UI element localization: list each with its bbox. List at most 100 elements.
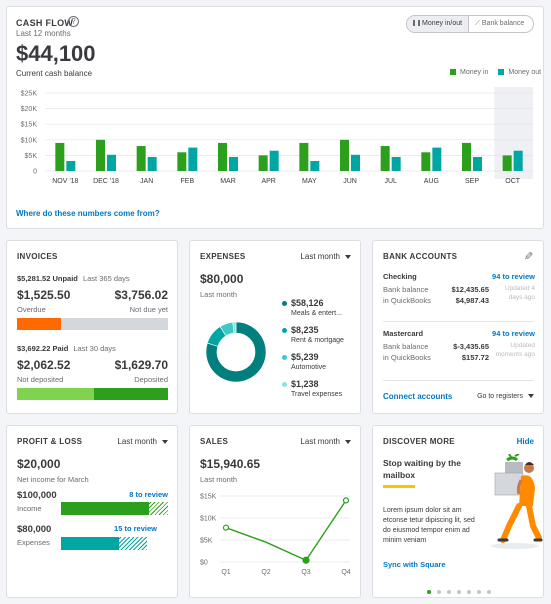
- money-in-bar[interactable]: [340, 139, 349, 171]
- profit-loss-title: PROFIT & LOSS: [17, 437, 83, 446]
- help-icon[interactable]: ?: [68, 16, 79, 27]
- go-to-registers-dropdown[interactable]: Go to registers: [477, 393, 534, 400]
- bar-chart-icon: [413, 20, 420, 26]
- carousel-pager: [373, 581, 545, 599]
- money-out-bar[interactable]: [66, 161, 76, 171]
- income-bar[interactable]: [61, 502, 168, 515]
- chevron-down-icon: [345, 439, 351, 444]
- review-link[interactable]: 94 to review: [492, 272, 535, 281]
- money-out-bar[interactable]: [147, 156, 157, 171]
- cash-balance-label: Current cash balance: [16, 69, 93, 78]
- pl-period-dropdown[interactable]: Last month: [117, 437, 168, 446]
- expense-category: Automotive: [291, 364, 327, 371]
- pager-dot[interactable]: [457, 590, 461, 594]
- bank-account-row: Mastercard 94 to review Bank balance $-3,43…: [383, 329, 535, 379]
- x-tick-label: Q4: [341, 569, 350, 576]
- legend-money-in: Money in: [450, 69, 488, 76]
- numbers-source-link[interactable]: Where do these numbers come from?: [16, 209, 160, 218]
- money-in-bar[interactable]: [218, 142, 227, 171]
- money-in-bar[interactable]: [177, 152, 187, 171]
- y-tick-label: $10K: [200, 516, 217, 523]
- money-out-bar[interactable]: [351, 154, 360, 171]
- unpaid-bar[interactable]: [17, 318, 168, 330]
- sales-point[interactable]: [342, 497, 350, 504]
- money-in-bar[interactable]: [136, 146, 146, 171]
- expense-category: Meals & entert...: [291, 310, 342, 317]
- money-out-bar[interactable]: [391, 156, 401, 171]
- money-in-bar[interactable]: [421, 152, 431, 171]
- income-label: Income: [17, 504, 42, 513]
- expense-category: Travel expenses: [291, 391, 343, 398]
- money-out-bar[interactable]: [310, 161, 320, 171]
- x-tick-label: AUG: [424, 178, 439, 185]
- x-tick-label: Q1: [221, 569, 230, 576]
- person-carrying-boxes-illustration: [491, 454, 543, 549]
- bank-divider: [383, 321, 534, 322]
- expenses-amount-label: Last month: [200, 290, 238, 299]
- expense-legend-item[interactable]: $8,235 Rent & mortgage: [282, 325, 360, 344]
- line-chart-icon: ⟋: [475, 20, 480, 27]
- updated-line-1: Updated 4: [505, 285, 535, 292]
- bank-balance-value: $-3,435.65: [453, 342, 489, 351]
- profit-loss-card: PROFIT & LOSS Last month $20,000 Net inc…: [6, 425, 178, 598]
- pager-dot[interactable]: [467, 590, 471, 594]
- overdue-segment[interactable]: [17, 318, 61, 330]
- money-out-bar[interactable]: [188, 147, 198, 171]
- sales-period-dropdown[interactable]: Last month: [300, 437, 351, 446]
- expenses-donut-chart[interactable]: [199, 315, 273, 389]
- y-tick-label: $15K: [21, 122, 38, 129]
- expenses-review-link[interactable]: 15 to review: [114, 524, 157, 533]
- money-out-bar[interactable]: [432, 147, 442, 171]
- expenses-bar[interactable]: [61, 537, 147, 550]
- expense-legend-item[interactable]: $1,238 Travel expenses: [282, 379, 360, 398]
- view-toggle: Money in/out ⟋ Bank balance: [406, 15, 534, 33]
- money-out-bar[interactable]: [229, 156, 238, 171]
- pager-dot[interactable]: [487, 590, 491, 594]
- notdeposited-segment[interactable]: [17, 388, 94, 400]
- money-out-bar[interactable]: [269, 150, 279, 171]
- sync-with-square-link[interactable]: Sync with Square: [383, 560, 446, 569]
- money-in-bar[interactable]: [462, 142, 471, 171]
- money-in-bar[interactable]: [96, 139, 105, 171]
- pager-dot[interactable]: [427, 590, 431, 594]
- expenses-period-dropdown[interactable]: Last month: [300, 252, 351, 261]
- sales-point[interactable]: [222, 524, 230, 531]
- x-tick-label: JUN: [343, 178, 357, 185]
- bank-accounts-card: BANK ACCOUNTS ✎ Checking 94 to review Bank…: [372, 240, 544, 414]
- money-in-bar[interactable]: [258, 155, 268, 171]
- y-tick-label: 0: [33, 169, 37, 176]
- money-out-bar[interactable]: [513, 150, 523, 171]
- money-in-out-toggle[interactable]: Money in/out: [407, 16, 469, 32]
- x-tick-label: OCT: [505, 178, 521, 185]
- pager-dot[interactable]: [447, 590, 451, 594]
- expense-legend-item[interactable]: $58,126 Meals & entert...: [282, 298, 360, 317]
- money-out-bar[interactable]: [107, 154, 116, 171]
- y-tick-label: $10K: [21, 137, 38, 144]
- pager-dot[interactable]: [437, 590, 441, 594]
- money-in-bar[interactable]: [380, 146, 390, 171]
- money-in-bar[interactable]: [299, 142, 309, 171]
- paid-bar[interactable]: [17, 388, 168, 400]
- discover-more-title: DISCOVER MORE: [383, 437, 455, 446]
- x-tick-label: JUL: [384, 178, 397, 185]
- connect-accounts-link[interactable]: Connect accounts: [383, 392, 452, 401]
- sales-point[interactable]: [302, 556, 310, 564]
- bank-divider-2: [383, 380, 534, 381]
- expense-value: $8,235: [291, 325, 319, 335]
- updated-line-1: Updated: [510, 342, 535, 349]
- quickbooks-label: in QuickBooks: [383, 353, 431, 362]
- account-name: Mastercard: [383, 329, 424, 338]
- bank-balance-toggle[interactable]: ⟋ Bank balance: [470, 16, 533, 32]
- review-link[interactable]: 94 to review: [492, 329, 535, 338]
- pencil-icon[interactable]: ✎: [524, 250, 533, 263]
- chevron-down-icon: [162, 439, 168, 444]
- income-fill: [61, 502, 149, 515]
- sales-line-chart: $15K $10K $5K $0 Q1 Q2 Q3 Q4: [200, 494, 351, 577]
- money-in-bar[interactable]: [502, 155, 512, 171]
- hide-link[interactable]: Hide: [517, 437, 534, 446]
- money-out-bar[interactable]: [473, 156, 482, 171]
- expense-legend-item[interactable]: $5,239 Automotive: [282, 352, 360, 371]
- income-review-link[interactable]: 8 to review: [129, 490, 168, 499]
- pager-dot[interactable]: [477, 590, 481, 594]
- money-in-bar[interactable]: [55, 142, 65, 171]
